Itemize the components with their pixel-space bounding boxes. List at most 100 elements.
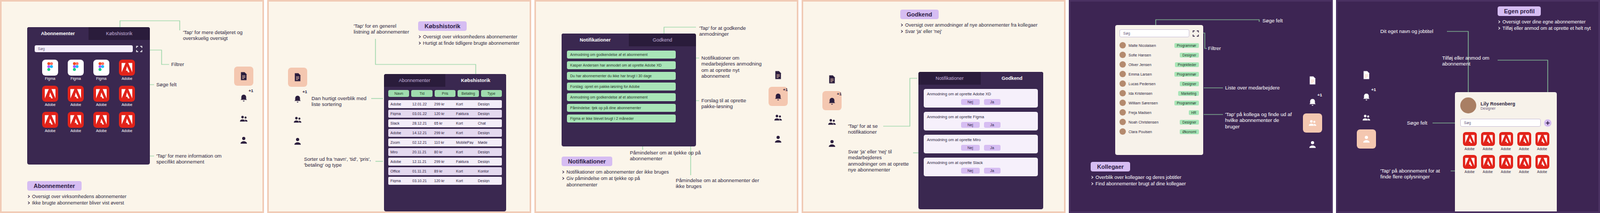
answer-button[interactable]: Nej	[961, 145, 980, 151]
answer-button[interactable]: Ja	[984, 168, 1001, 174]
sort-chip[interactable]: Betaling	[457, 90, 479, 98]
sort-chip[interactable]: Tid	[411, 90, 432, 98]
app-tile[interactable]: Adobe	[1535, 132, 1550, 151]
answer-button[interactable]: Nej	[961, 99, 980, 106]
app-tile[interactable]: Adobe	[1481, 155, 1495, 174]
app-tile[interactable]: Adobe	[67, 112, 84, 133]
colleague-row[interactable]: Clara PoulsenØkonomi	[1119, 128, 1199, 136]
app-tile[interactable]: Adobe	[42, 85, 59, 107]
filter-icon[interactable]	[136, 45, 143, 53]
nav-item[interactable]: +1	[1356, 86, 1376, 107]
nav-item[interactable]	[768, 65, 788, 85]
notification[interactable]: Påmindelse: tjek op på dine abonnementer	[566, 104, 676, 112]
search-field[interactable]: Søg	[1460, 118, 1541, 127]
nav-item[interactable]	[288, 131, 308, 151]
app-tile[interactable]: Adobe	[93, 112, 110, 133]
nav-item[interactable]	[234, 109, 254, 129]
tab[interactable]: Notifikationer	[918, 72, 981, 85]
answer-button[interactable]: Nej	[961, 168, 980, 174]
tab[interactable]: Abonnementer	[384, 74, 446, 87]
colleague-row[interactable]: Lucas PedersenDesigner	[1119, 80, 1199, 88]
nav-item[interactable]	[768, 129, 788, 149]
nav-item[interactable]	[1356, 65, 1376, 85]
nav-item[interactable]	[288, 67, 308, 87]
table-row[interactable]: Adobe14.12.21299 krKortDesign	[388, 129, 502, 138]
search-field[interactable]: Søg	[34, 45, 133, 53]
sort-chip[interactable]: Pris	[434, 90, 456, 98]
nav-item[interactable]	[822, 69, 842, 90]
app-tile[interactable]: Adobe	[118, 59, 135, 81]
table-row[interactable]: Figma03.01.22120 krFakturaDesign	[388, 109, 502, 118]
nav-item[interactable]: +1	[822, 91, 842, 111]
table-row[interactable]: Miro20.11.2180 krKortDesign	[388, 148, 502, 157]
colleague-row[interactable]: Noah ChristensenDesigner	[1119, 118, 1199, 126]
add-icon[interactable]	[1544, 119, 1552, 127]
colleague-row[interactable]: William SørensenProgrammør	[1119, 99, 1199, 107]
notification[interactable]: Anmodning om godkendelse af et abonnemen…	[566, 93, 676, 102]
nav-item[interactable]: +1	[768, 86, 788, 107]
filter-icon[interactable]	[1192, 30, 1199, 37]
answer-button[interactable]: Ja	[984, 99, 1001, 106]
nav-item[interactable]	[1302, 70, 1323, 91]
table-row[interactable]: Adobe12.01.22299 krKortDesign	[388, 100, 502, 109]
colleague-row[interactable]: Sofie HansenDesigner	[1119, 51, 1199, 59]
table-row[interactable]: Adobe12.11.21299 krFakturaDesign	[388, 157, 502, 166]
nav-item[interactable]: +1	[234, 88, 254, 108]
app-tile[interactable]: Adobe	[1517, 132, 1532, 151]
app-tile[interactable]: Adobe	[1535, 155, 1550, 174]
tab[interactable]: Abonnementer	[27, 27, 89, 40]
nav-item[interactable]	[234, 130, 254, 150]
nav-item[interactable]	[1302, 113, 1323, 133]
answer-button[interactable]: Ja	[984, 122, 1001, 128]
nav-item[interactable]	[1356, 129, 1376, 149]
colleague-row[interactable]: Freja MadsenHR	[1119, 108, 1199, 117]
colleague-row[interactable]: Malte NicolaisenProgrammør	[1119, 41, 1199, 50]
nav-item[interactable]	[1302, 134, 1323, 155]
sort-chip[interactable]: Type	[481, 90, 502, 98]
app-tile[interactable]: Figma	[67, 59, 84, 81]
tab[interactable]: Notifikationer	[561, 33, 629, 47]
notification[interactable]: Du har abonnementer du ikke har brugt i …	[566, 72, 676, 80]
sort-chip[interactable]: Navn	[388, 90, 410, 98]
sort-chips: NavnTidPrisBetalingType	[384, 86, 507, 101]
answer-button[interactable]: Ja	[984, 145, 1001, 151]
nav-item[interactable]	[1356, 108, 1376, 128]
colleague-row[interactable]: Oliver JensenProjektleder	[1119, 60, 1199, 69]
tab[interactable]: Godkend	[628, 33, 696, 47]
colleague-row[interactable]: Ida KristensenMarketing	[1119, 89, 1199, 98]
nav-item[interactable]	[768, 108, 788, 128]
tab[interactable]: Godkend	[980, 72, 1044, 85]
table-row[interactable]: Slack28.12.2165 krKortChat	[388, 119, 502, 128]
nav-item[interactable]: +1	[288, 89, 308, 109]
table-row[interactable]: Figma03.10.21120 krKortDesign	[388, 177, 502, 186]
notification[interactable]: Forslag: opret en pakke-løsning for Adob…	[566, 82, 676, 91]
nav-item[interactable]	[288, 110, 308, 130]
nav-item[interactable]	[234, 66, 254, 86]
table-row[interactable]: Zoom02.12.21110 krMobilePayMøde	[388, 138, 502, 147]
tab[interactable]: Købshistorik	[88, 27, 150, 40]
app-tile[interactable]: Figma	[93, 59, 110, 81]
app-tile[interactable]: Adobe	[1462, 132, 1477, 151]
answer-button[interactable]: Nej	[961, 122, 980, 128]
app-tile[interactable]: Adobe	[42, 112, 59, 133]
app-tile[interactable]: Adobe	[1499, 132, 1514, 151]
nav-item[interactable]: +1	[1302, 92, 1323, 112]
tab[interactable]: Købshistorik	[445, 74, 507, 87]
app-tile[interactable]: Adobe	[118, 112, 135, 133]
search-field[interactable]: Søg	[1119, 29, 1190, 38]
app-tile[interactable]: Adobe	[93, 85, 110, 107]
notification[interactable]: Anmodning om godkendelse af et abonnemen…	[566, 50, 676, 59]
nav-item[interactable]	[822, 112, 842, 132]
nav-item[interactable]	[822, 133, 842, 154]
app-tile[interactable]: Adobe	[118, 85, 135, 107]
app-tile[interactable]: Adobe	[67, 85, 84, 107]
app-tile[interactable]: Adobe	[1517, 155, 1532, 174]
colleague-row[interactable]: Emma LarsenProgrammør	[1119, 70, 1199, 78]
app-tile[interactable]: Adobe	[1481, 132, 1495, 151]
app-tile[interactable]: Adobe	[1462, 155, 1477, 174]
notification[interactable]: Figma er ikke blevet brugt i 2 måneder	[566, 114, 676, 123]
app-tile[interactable]: Figma	[42, 59, 59, 81]
app-tile[interactable]: Adobe	[1499, 155, 1514, 174]
table-row[interactable]: Office01.11.2189 krKortKontor	[388, 167, 502, 176]
notification[interactable]: Kasper Andersen har anmodet om at oprett…	[566, 61, 676, 70]
